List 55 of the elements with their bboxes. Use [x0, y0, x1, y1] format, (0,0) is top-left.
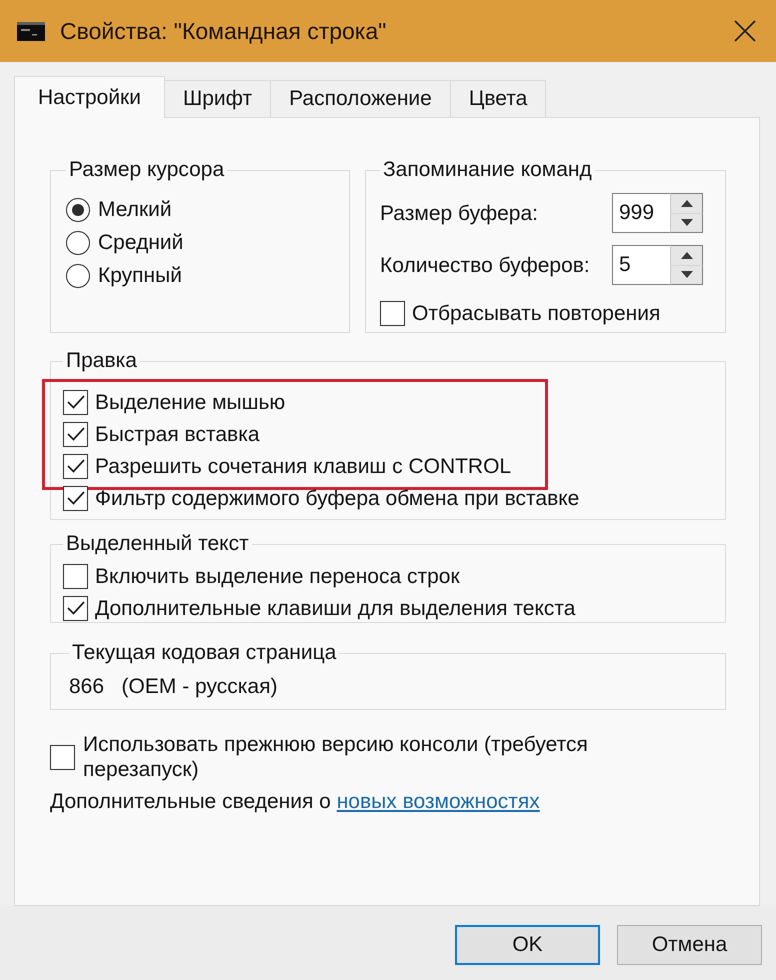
- radio-button[interactable]: [66, 230, 90, 254]
- radio-label[interactable]: Мелкий: [98, 197, 172, 222]
- check-icon: [66, 491, 84, 505]
- check-icon: [66, 395, 84, 409]
- checkbox[interactable]: [63, 486, 88, 510]
- group-title: Размер курсора: [68, 158, 226, 182]
- checkbox-label[interactable]: Разрешить сочетания клавиш с CONTROL: [95, 454, 512, 478]
- checkbox-label[interactable]: Выделение мышью: [95, 390, 286, 414]
- radio-button[interactable]: [66, 264, 90, 288]
- checkbox[interactable]: [63, 564, 88, 588]
- checkbox[interactable]: [50, 744, 75, 770]
- down-arrow-icon: [680, 219, 692, 226]
- group-title: Выделенный текст: [65, 532, 250, 556]
- checkbox-label[interactable]: Использовать прежнюю версию консоли (требуется перезапуск): [83, 732, 643, 782]
- up-arrow-icon: [680, 200, 692, 207]
- check-icon: [66, 427, 84, 441]
- checkbox[interactable]: [63, 390, 88, 414]
- radio-label[interactable]: Средний: [98, 230, 184, 255]
- spin-down-button[interactable]: [670, 266, 703, 285]
- features-link[interactable]: новых возможностях: [336, 790, 540, 813]
- close-icon: [734, 20, 756, 42]
- tab[interactable]: Настройки: [14, 76, 165, 118]
- checkbox[interactable]: [63, 422, 88, 446]
- checkbox[interactable]: [380, 301, 405, 326]
- checkbox-label[interactable]: Отбрасывать повторения: [412, 301, 660, 326]
- radio-button[interactable]: [66, 198, 90, 222]
- spin-down-button[interactable]: [670, 214, 703, 233]
- checkbox[interactable]: [63, 596, 88, 620]
- check-icon: [66, 601, 84, 615]
- tab[interactable]: Цвета: [450, 80, 546, 117]
- field-label: Количество буферов:: [380, 252, 590, 278]
- check-icon: [66, 459, 84, 473]
- radio-label[interactable]: Крупный: [98, 263, 182, 288]
- checkbox[interactable]: [63, 454, 88, 478]
- up-arrow-icon: [680, 252, 692, 259]
- dialog-button[interactable]: OK: [455, 925, 600, 965]
- dialog-button[interactable]: Отмена: [617, 925, 762, 965]
- window-title: Свойства: "Командная строка": [60, 18, 386, 44]
- checkbox-label[interactable]: Быстрая вставка: [95, 422, 260, 446]
- group-title: Запоминание команд: [382, 158, 593, 182]
- spin-up-button[interactable]: [670, 193, 703, 214]
- info-text: Дополнительные сведения о новых возможностях: [50, 789, 541, 814]
- number-field[interactable]: 5: [612, 245, 670, 285]
- checkbox-label[interactable]: Фильтр содержимого буфера обмена при вставке: [95, 486, 580, 510]
- down-arrow-icon: [680, 271, 692, 278]
- spin-up-button[interactable]: [670, 245, 703, 266]
- console-icon: [17, 22, 45, 40]
- number-field[interactable]: 999: [612, 193, 670, 233]
- checkbox-label[interactable]: Включить выделение переноса строк: [95, 564, 460, 588]
- code-page-value: 866 (OEM - русская): [69, 675, 278, 699]
- radio-dot-icon: [72, 204, 84, 216]
- checkbox-label[interactable]: Дополнительные клавиши для выделения текста: [95, 596, 576, 620]
- group-title: Правка: [65, 349, 138, 373]
- group-title: Текущая кодовая страница: [71, 641, 338, 665]
- field-label: Размер буфера:: [380, 200, 538, 226]
